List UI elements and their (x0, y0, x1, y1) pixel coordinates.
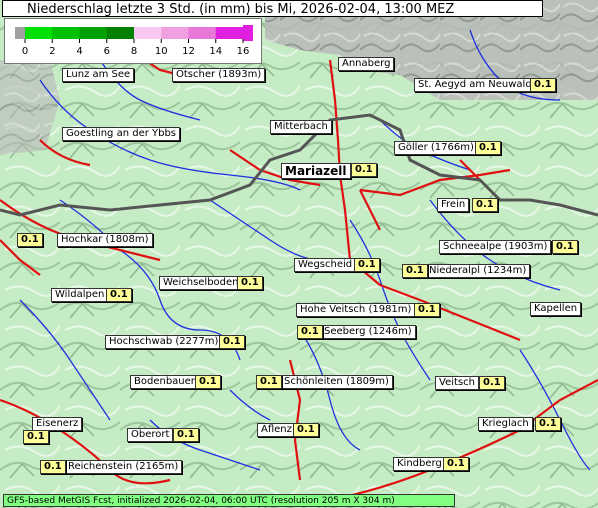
place-label: Weichselboden (159, 276, 243, 290)
precip-value-badge: 0.1 (23, 430, 49, 444)
legend-swatch (215, 27, 244, 39)
place-label: Aflenz (257, 423, 296, 437)
precip-value-badge: 0.1 (106, 288, 132, 302)
precip-value-badge: 0.1 (195, 375, 221, 389)
legend-tick-label: 6 (104, 46, 110, 57)
place-label: Krieglach (478, 417, 533, 431)
place-label: Hochschwab (2277m) (105, 335, 223, 349)
precip-value-badge: 0.1 (17, 233, 43, 247)
place-label: Hohe Veitsch (1981m) (296, 303, 416, 317)
precip-value-badge: 0.1 (354, 258, 380, 272)
precip-value-badge: 0.1 (535, 417, 561, 431)
precipitation-legend: 0 2 4 6 8 10 12 14 16 (4, 18, 262, 64)
place-label: Seeberg (1246m) (320, 325, 416, 339)
legend-swatch (134, 27, 162, 39)
place-label: Schönleiten (1809m) (280, 375, 393, 389)
legend-swatch (161, 27, 189, 39)
precip-value-badge: 0.1 (237, 276, 263, 290)
legend-swatch (79, 27, 108, 39)
precip-value-badge: 0.1 (530, 78, 556, 92)
legend-tick-label: 14 (209, 46, 222, 57)
precip-value-badge: 0.1 (40, 460, 66, 474)
precip-value-badge: 0.1 (293, 423, 319, 437)
place-label: Annaberg (338, 57, 395, 71)
place-label: Reichenstein (2165m) (64, 460, 183, 474)
legend-tick-label: 10 (155, 46, 168, 57)
forecast-footer: GFS-based MetGIS Fcst, initialized 2026-… (3, 494, 455, 507)
legend-tick-label: 8 (131, 46, 137, 57)
precip-value-badge: 0.1 (351, 163, 377, 177)
place-label: Goestling an der Ybbs (62, 127, 181, 141)
place-label: Wildalpen (51, 288, 109, 302)
place-label: Kindberg (393, 457, 446, 471)
precip-value-badge: 0.1 (402, 264, 428, 278)
legend-swatch-none (15, 27, 25, 39)
precip-value-badge: 0.1 (443, 457, 469, 471)
legend-swatch (52, 27, 80, 39)
precip-value-badge: 0.1 (552, 240, 578, 254)
legend-swatch-max (243, 25, 253, 41)
place-label: Schneealpe (1903m) (439, 240, 552, 254)
place-label: Frein (437, 198, 470, 212)
precip-value-badge: 0.1 (297, 325, 323, 339)
precip-value-badge: 0.1 (219, 335, 245, 349)
place-label: Hochkar (1808m) (57, 233, 153, 247)
precip-value-badge: 0.1 (414, 303, 440, 317)
place-label: Veitsch (435, 376, 479, 390)
precip-value-badge: 0.1 (256, 375, 282, 389)
place-label: Oberort (127, 428, 174, 442)
legend-swatch (106, 27, 135, 39)
precip-value-badge: 0.1 (472, 198, 498, 212)
place-label: Niederalpl (1234m) (425, 264, 531, 278)
precip-value-badge: 0.1 (475, 141, 501, 155)
place-label: Wegscheid (294, 258, 357, 272)
place-label: Lunz am See (62, 68, 135, 82)
place-label: Ötscher (1893m) (172, 68, 266, 82)
legend-scale: 0 2 4 6 8 10 12 14 16 (15, 25, 253, 57)
legend-tick-label: 12 (182, 46, 195, 57)
map-title: Niederschlag letzte 3 Std. (in mm) bis M… (2, 0, 543, 17)
place-label: Mariazell (281, 163, 351, 179)
legend-tick-label: 2 (49, 46, 55, 57)
legend-swatch (188, 27, 217, 39)
place-label: Göller (1766m) (394, 141, 478, 155)
legend-tick-label: 16 (237, 46, 250, 57)
place-label: Mitterbach (270, 120, 332, 134)
legend-swatch (25, 27, 53, 39)
legend-tick-label: 0 (22, 46, 28, 57)
precip-value-badge: 0.1 (479, 376, 505, 390)
place-label: St. Aegyd am Neuwald (414, 78, 536, 92)
legend-tick-label: 4 (76, 46, 82, 57)
place-label: Kapellen (530, 302, 582, 316)
place-label: Eisenerz (32, 417, 83, 431)
place-label: Bodenbauer (130, 375, 199, 389)
precip-value-badge: 0.1 (173, 428, 199, 442)
